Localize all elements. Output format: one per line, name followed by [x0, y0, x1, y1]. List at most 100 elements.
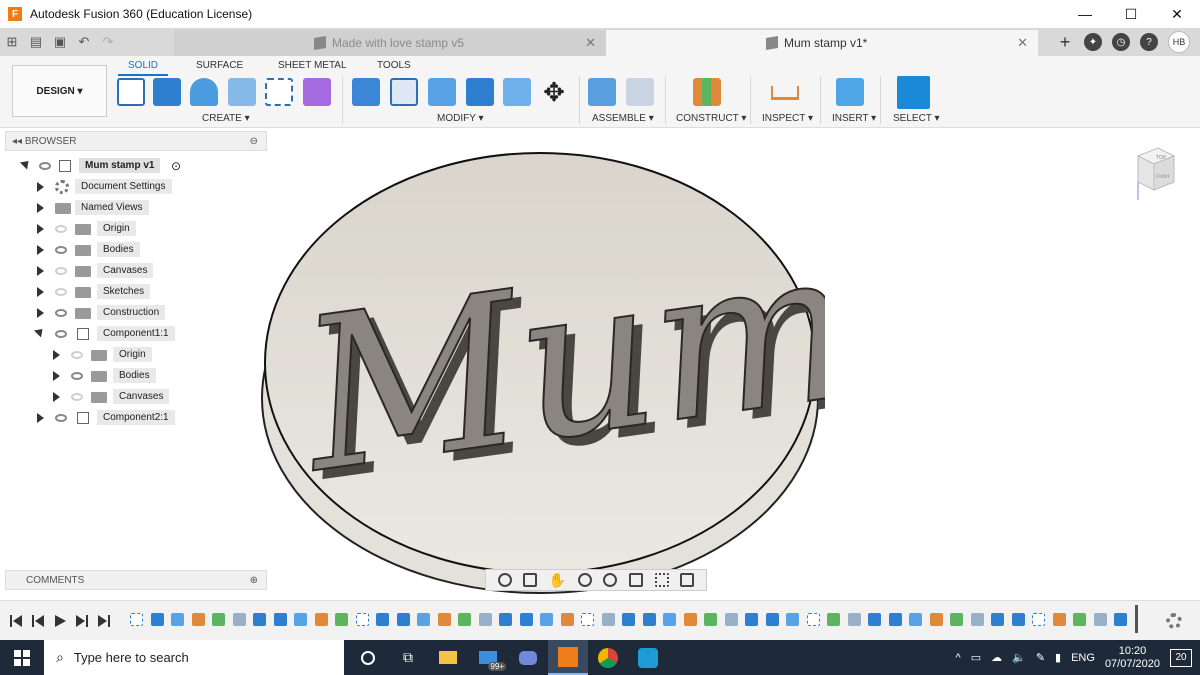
tab-close-icon[interactable]: ✕	[1017, 35, 1028, 51]
timeline-feature-icon[interactable]	[847, 613, 861, 626]
joint-icon[interactable]	[626, 78, 654, 106]
timeline-feature-icon[interactable]	[642, 613, 656, 626]
timeline-feature-icon[interactable]	[601, 613, 615, 626]
notification-center-icon[interactable]: 20	[1170, 648, 1192, 667]
offset-plane-icon[interactable]	[693, 78, 721, 106]
timeline-feature-icon[interactable]	[724, 613, 738, 626]
tab-made-with-love-stamp[interactable]: Made with love stamp v5 ✕	[174, 30, 606, 56]
new-tab-icon[interactable]: +	[1056, 32, 1074, 52]
maximize-button[interactable]: ☐	[1108, 0, 1154, 28]
visibility-eye-icon[interactable]	[55, 225, 67, 233]
volume-icon[interactable]: 🔈	[1012, 651, 1026, 664]
start-button[interactable]	[0, 640, 44, 675]
press-pull-icon[interactable]	[352, 78, 380, 106]
timeline-feature-icon[interactable]	[806, 613, 820, 626]
create-menu[interactable]: CREATE ▾	[202, 113, 250, 124]
timeline-feature-icon[interactable]	[478, 613, 492, 626]
expand-arrow-icon[interactable]	[37, 287, 44, 297]
timeline-feature-icon[interactable]	[1093, 613, 1107, 626]
timeline-feature-icon[interactable]	[581, 613, 594, 626]
activate-radio-icon[interactable]: ⊙	[171, 159, 181, 173]
clock[interactable]: 10:20 07/07/2020	[1105, 645, 1160, 671]
grid-icon[interactable]	[654, 573, 669, 587]
create-form-icon[interactable]	[303, 78, 331, 106]
modify-menu[interactable]: MODIFY ▾	[437, 113, 484, 124]
expand-arrow-icon[interactable]	[37, 266, 44, 276]
insert-image-icon[interactable]	[836, 78, 864, 106]
timeline-feature-icon[interactable]	[294, 613, 307, 626]
tab-sheet-metal[interactable]: SHEET METAL	[278, 60, 347, 71]
timeline-feature-icon[interactable]	[458, 613, 471, 626]
view-cube[interactable]: TOP FRONT	[1130, 142, 1178, 202]
timeline-feature-icon[interactable]	[909, 613, 922, 626]
timeline-feature-icon[interactable]	[376, 613, 389, 626]
timeline-feature-icon[interactable]	[273, 613, 287, 626]
visibility-eye-icon[interactable]	[55, 246, 67, 254]
look-at-icon[interactable]	[523, 573, 538, 587]
save-icon[interactable]: ▣	[48, 28, 72, 56]
fit-icon[interactable]	[603, 573, 618, 587]
add-comment-icon[interactable]: ⊕	[250, 575, 258, 586]
timeline-feature-icon[interactable]	[929, 613, 943, 626]
avatar[interactable]: HB	[1168, 31, 1190, 53]
timeline-feature-icon[interactable]	[130, 613, 143, 626]
expand-arrow-icon[interactable]	[53, 392, 60, 402]
measure-icon[interactable]	[771, 86, 799, 100]
timeline-feature-icon[interactable]	[519, 613, 533, 626]
timeline-feature-icon[interactable]	[622, 613, 635, 626]
close-button[interactable]: ✕	[1154, 0, 1200, 28]
cortana-icon[interactable]	[348, 640, 388, 675]
visibility-eye-icon[interactable]	[39, 162, 51, 170]
timeline-feature-icon[interactable]	[232, 613, 246, 626]
tray-chevron-icon[interactable]: ^	[956, 652, 961, 664]
visibility-eye-icon[interactable]	[55, 414, 67, 422]
timeline-feature-icon[interactable]	[355, 613, 369, 626]
collapse-arrow-icon[interactable]	[19, 157, 33, 170]
move-icon[interactable]: ✥	[540, 78, 568, 106]
select-icon[interactable]	[897, 76, 930, 109]
visibility-eye-icon[interactable]	[55, 330, 67, 338]
pan-hand-icon[interactable]: ✋	[549, 572, 566, 589]
timeline-feature-icon[interactable]	[212, 613, 225, 626]
orbit-icon[interactable]	[497, 573, 512, 587]
expand-arrow-icon[interactable]	[37, 182, 44, 192]
step-forward-icon[interactable]	[76, 615, 88, 627]
visibility-eye-icon[interactable]	[71, 372, 83, 380]
timeline-feature-icon[interactable]	[1052, 613, 1066, 626]
timeline-marker[interactable]	[1135, 605, 1138, 633]
timeline-feature-icon[interactable]	[827, 613, 840, 626]
go-to-start-icon[interactable]	[10, 615, 22, 627]
expand-arrow-icon[interactable]	[37, 308, 44, 318]
taskbar-search[interactable]: ⌕ Type here to search	[44, 640, 344, 675]
job-status-icon[interactable]: ◷	[1112, 33, 1130, 51]
timeline-feature-icon[interactable]	[540, 613, 553, 626]
shell-icon[interactable]	[428, 78, 456, 106]
timeline-feature-icon[interactable]	[1011, 613, 1025, 626]
timeline-feature-icon[interactable]	[745, 613, 758, 626]
timeline-feature-icon[interactable]	[396, 613, 410, 626]
timeline-feature-icon[interactable]	[704, 613, 717, 626]
app-grid-icon[interactable]: ⊞	[0, 28, 24, 56]
fillet-icon[interactable]	[390, 78, 418, 106]
help-icon[interactable]: ?	[1140, 33, 1158, 51]
onedrive-icon[interactable]: ☁	[991, 651, 1002, 664]
visibility-eye-icon[interactable]	[71, 351, 83, 359]
construct-menu[interactable]: CONSTRUCT ▾	[676, 113, 746, 124]
timeline-feature-icon[interactable]	[560, 613, 574, 626]
collapse-arrow-icon[interactable]	[33, 325, 47, 338]
step-back-icon[interactable]	[32, 615, 44, 627]
expand-arrow-icon[interactable]	[37, 224, 44, 234]
play-icon[interactable]	[54, 615, 66, 627]
timeline-feature-icon[interactable]	[191, 613, 205, 626]
discord-icon[interactable]	[508, 640, 548, 675]
mail-icon[interactable]: 99+	[468, 640, 508, 675]
tab-tools[interactable]: TOOLS	[377, 60, 411, 71]
visibility-eye-icon[interactable]	[55, 288, 67, 296]
timeline-feature-icon[interactable]	[417, 613, 430, 626]
timeline-feature-icon[interactable]	[868, 613, 881, 626]
tab-solid[interactable]: SOLID	[117, 60, 169, 76]
tab-surface[interactable]: SURFACE	[196, 60, 243, 71]
task-view-icon[interactable]: ⧉	[388, 640, 428, 675]
visibility-eye-icon[interactable]	[55, 267, 67, 275]
timeline-settings-gear-icon[interactable]	[1166, 613, 1182, 629]
